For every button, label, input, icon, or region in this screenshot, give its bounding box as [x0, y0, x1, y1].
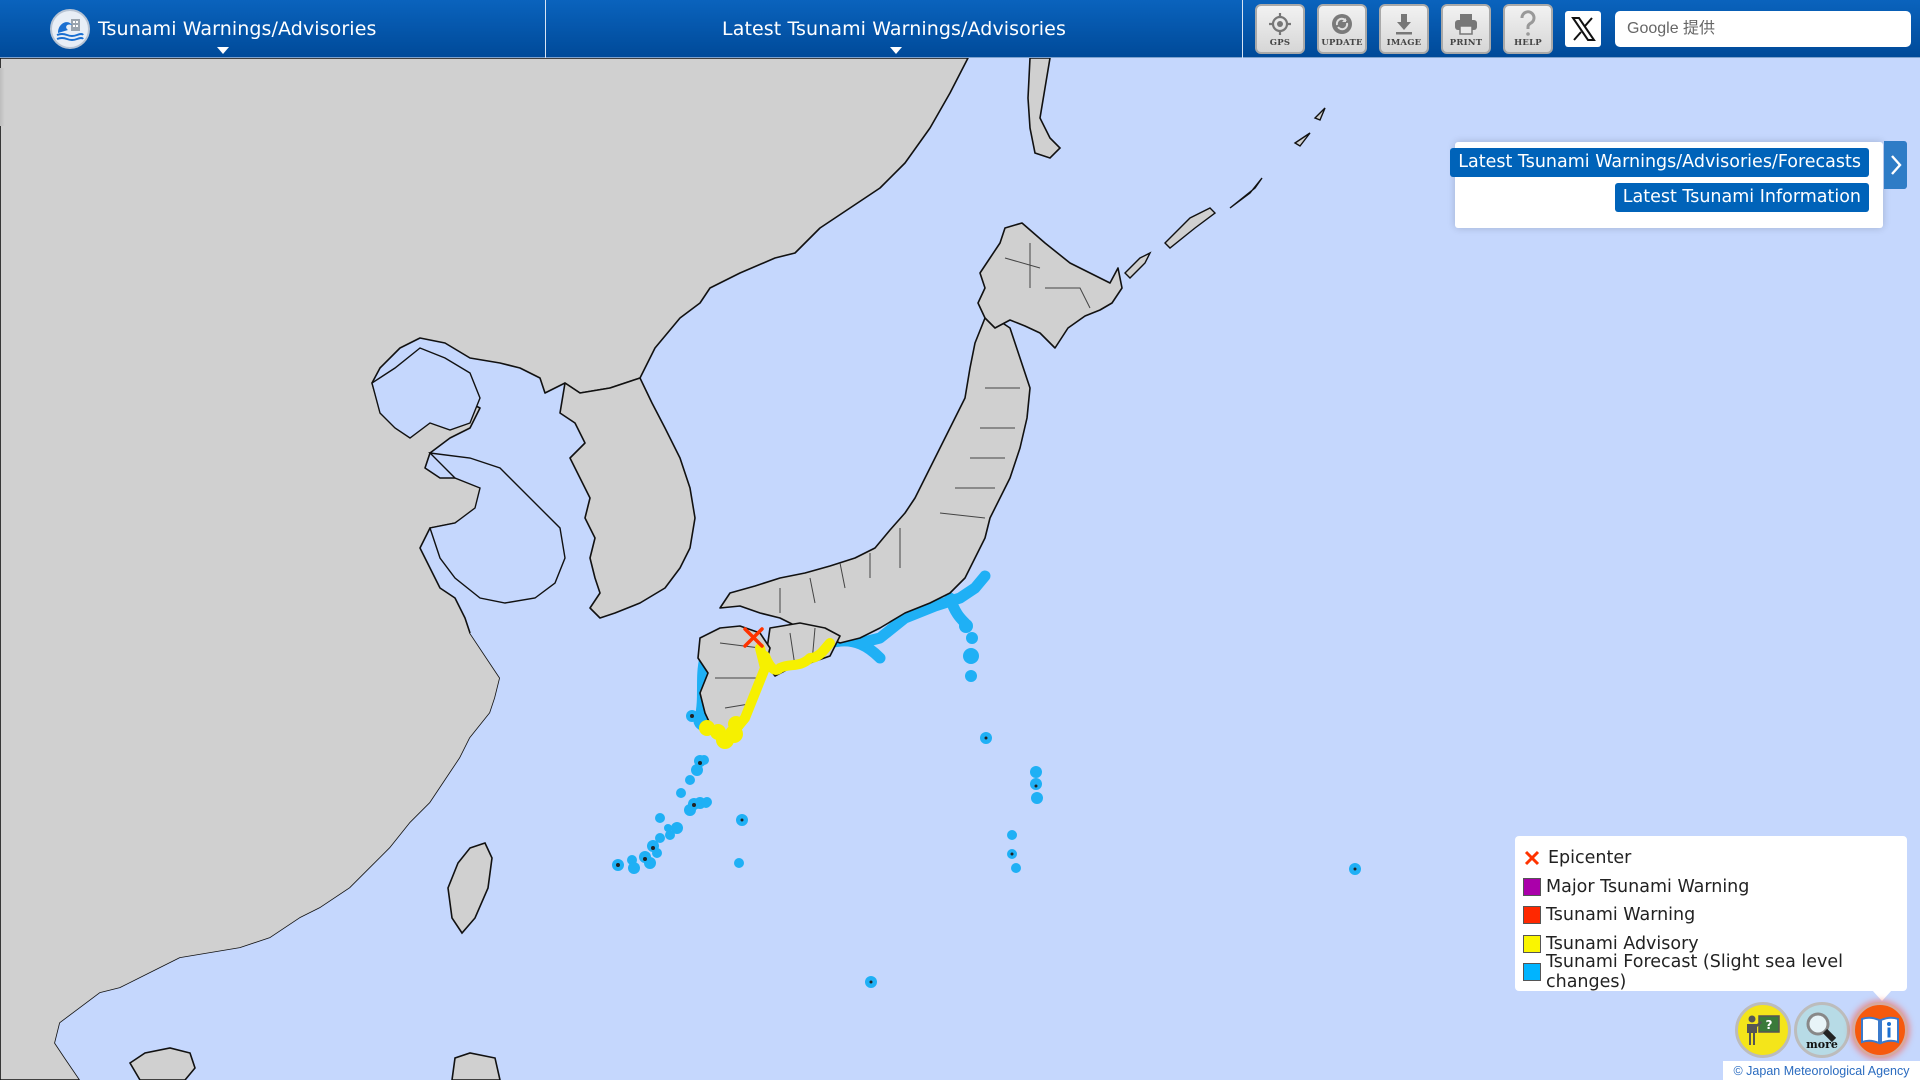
caret-down-icon [890, 47, 902, 54]
svg-text:?: ? [1766, 1018, 1773, 1032]
copyright-notice: © Japan Meteorological Agency [1723, 1061, 1920, 1080]
legend-item-warning: Tsunami Warning [1523, 901, 1907, 930]
gps-button[interactable]: GPS [1255, 4, 1305, 54]
land-luzon [451, 1052, 501, 1080]
gps-label: GPS [1269, 38, 1291, 48]
share-x-button[interactable] [1565, 11, 1601, 47]
book-info-icon [1861, 1016, 1899, 1045]
legend-label: Epicenter [1548, 848, 1632, 869]
legend-item-forecast: Tsunami Forecast (Slight sea level chang… [1523, 952, 1907, 992]
app-menu-dropdown[interactable]: Tsunami Warnings/Advisories [0, 0, 546, 58]
side-panel-handle[interactable] [0, 68, 5, 126]
legend-label: Tsunami Forecast (Slight sea level chang… [1546, 952, 1843, 993]
search-input[interactable] [1627, 20, 1911, 38]
printer-icon [1455, 14, 1477, 35]
app-title: Tsunami Warnings/Advisories [98, 18, 377, 40]
map-legend: Epicenter Major Tsunami Warning Tsunami … [1515, 836, 1907, 992]
advisory-swatch [1523, 934, 1541, 953]
help-button[interactable]: HELP [1503, 4, 1553, 54]
toolbar: GPS UPDATE IMAGE PRINT HELP [1243, 0, 1920, 58]
teacher-board-icon: ? [1747, 1015, 1780, 1045]
chevron-right-icon [1890, 155, 1902, 175]
forecast-swatch [1523, 963, 1541, 982]
panel-collapse-button[interactable] [1884, 141, 1907, 189]
major-warning-swatch [1523, 877, 1541, 896]
google-search-box [1615, 11, 1911, 47]
tsunami-logo-icon [50, 9, 90, 49]
caret-down-icon [217, 47, 229, 54]
app-root: Tsunami Warnings/Advisories Latest Tsuna… [0, 0, 1920, 1080]
magnifier-icon: more [1806, 1012, 1838, 1051]
update-label: UPDATE [1321, 38, 1363, 48]
x-logo-icon [1571, 17, 1596, 41]
image-label: IMAGE [1386, 38, 1422, 48]
epicenter-x-icon [1523, 849, 1541, 867]
legend-pointer [1872, 990, 1892, 1001]
refresh-icon [1332, 14, 1352, 34]
print-label: PRINT [1449, 38, 1483, 48]
help-label: HELP [1514, 38, 1542, 48]
print-button[interactable]: PRINT [1441, 4, 1491, 54]
question-icon [1520, 10, 1536, 36]
legend-item-major-warning: Major Tsunami Warning [1523, 873, 1907, 902]
guide-button[interactable]: ? [1735, 1002, 1791, 1058]
latest-info-dropdown[interactable]: Latest Tsunami Warnings/Advisories [546, 0, 1243, 58]
crosshair-icon [1269, 13, 1291, 35]
quick-links-panel: Latest Tsunami Warnings/Advisories/Forec… [1450, 142, 1883, 228]
download-icon [1396, 14, 1412, 35]
latest-tsunami-information-button[interactable]: Latest Tsunami Information [1614, 183, 1869, 212]
update-button[interactable]: UPDATE [1317, 4, 1367, 54]
legend-label: Tsunami Warning [1546, 905, 1696, 926]
svg-text:more: more [1806, 1038, 1838, 1051]
warning-swatch [1523, 906, 1541, 925]
image-button[interactable]: IMAGE [1379, 4, 1429, 54]
legend-item-epicenter: Epicenter [1523, 844, 1907, 873]
top-header: Tsunami Warnings/Advisories Latest Tsuna… [0, 0, 1920, 58]
info-button[interactable] [1852, 1002, 1908, 1058]
legend-label: Major Tsunami Warning [1546, 876, 1750, 897]
more-button[interactable]: more [1794, 1002, 1850, 1058]
latest-warnings-forecasts-button[interactable]: Latest Tsunami Warnings/Advisories/Forec… [1450, 148, 1869, 177]
center-title: Latest Tsunami Warnings/Advisories [722, 18, 1066, 40]
legend-label: Tsunami Advisory [1546, 933, 1699, 954]
